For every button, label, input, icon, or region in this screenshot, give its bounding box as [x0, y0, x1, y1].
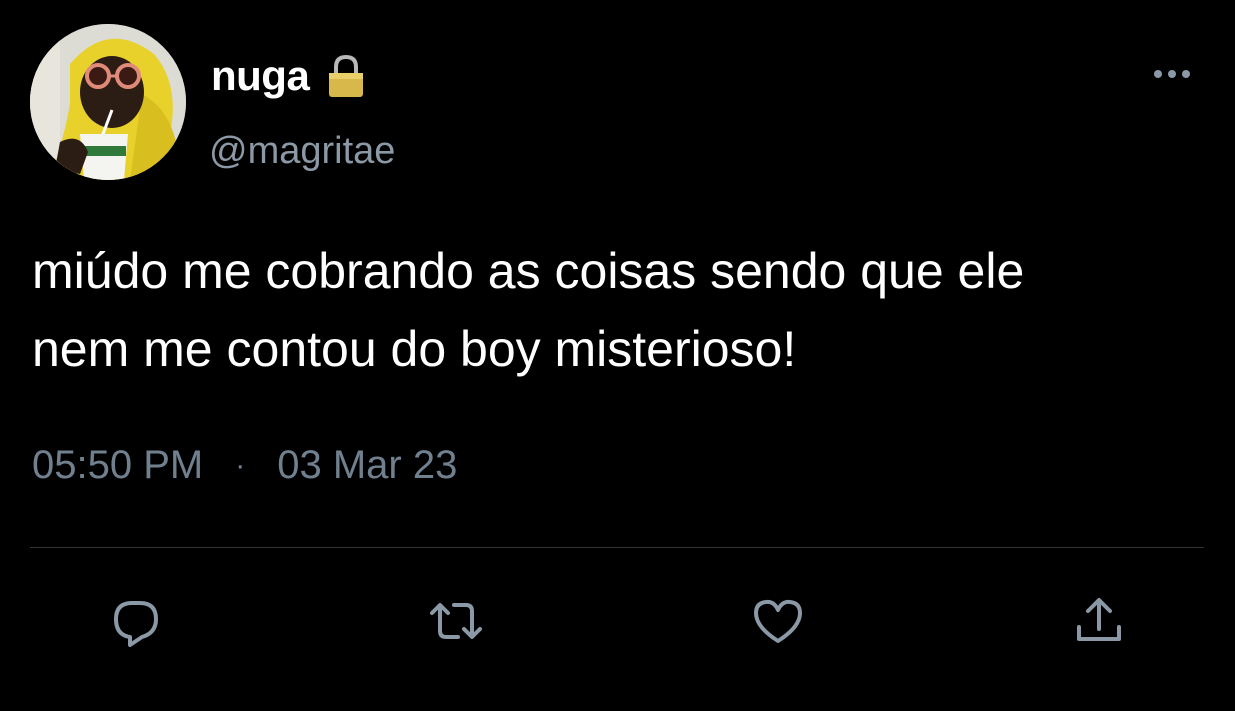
reply-icon	[114, 601, 158, 647]
share-icon	[1077, 598, 1121, 641]
tweet-date[interactable]: 03 Mar 23	[277, 443, 457, 488]
tweet-time[interactable]: 05:50 PM	[32, 443, 203, 488]
avatar-photo-icon	[30, 24, 186, 180]
like-button[interactable]	[750, 593, 806, 649]
tweet-text-line: miúdo me cobrando as coisas sendo que el…	[32, 243, 1025, 299]
author-handle[interactable]: @magritae	[209, 130, 395, 173]
lock-icon	[323, 53, 369, 99]
retweet-icon	[430, 603, 482, 639]
reply-button[interactable]	[108, 593, 164, 649]
divider	[30, 547, 1204, 548]
like-icon	[754, 599, 802, 643]
avatar[interactable]	[30, 24, 186, 180]
share-button[interactable]	[1071, 593, 1127, 649]
meta-separator: ·	[235, 448, 246, 482]
tweet-text-line: nem me contou do boy misterioso!	[32, 321, 797, 377]
more-icon[interactable]	[1150, 62, 1194, 86]
tweet-text: miúdo me cobrando as coisas sendo que el…	[32, 232, 1222, 388]
tweet-meta: 05:50 PM · 03 Mar 23	[32, 443, 457, 488]
tweet-card: nuga @magritae miúdo me cobrando as cois…	[0, 0, 1235, 711]
retweet-button[interactable]	[428, 593, 484, 649]
author-name-row: nuga	[211, 52, 369, 100]
author-display-name[interactable]: nuga	[211, 52, 310, 100]
